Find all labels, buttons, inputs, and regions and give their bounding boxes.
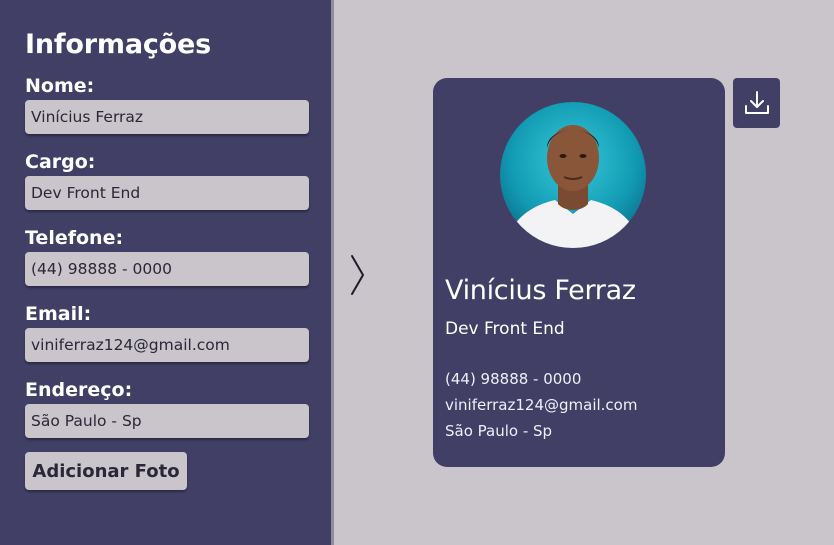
role-input[interactable] — [25, 176, 309, 210]
address-input[interactable] — [25, 404, 309, 438]
card-address: São Paulo - Sp — [445, 422, 553, 440]
phone-input[interactable] — [25, 252, 309, 286]
name-input[interactable] — [25, 100, 309, 134]
sidebar-title: Informações — [25, 29, 211, 60]
role-field-group: Cargo: — [25, 150, 309, 210]
card-phone: (44) 98888 - 0000 — [445, 370, 582, 388]
card-name: Vinícius Ferraz — [445, 275, 636, 306]
name-label: Nome: — [25, 75, 95, 97]
business-card: Vinícius Ferraz Dev Front End (44) 98888… — [433, 78, 725, 467]
email-field-group: Email: — [25, 302, 309, 362]
card-email: viniferraz124@gmail.com — [445, 396, 638, 414]
email-label: Email: — [25, 303, 92, 325]
chevron-right-icon — [351, 255, 364, 295]
email-input[interactable] — [25, 328, 309, 362]
role-label: Cargo: — [25, 151, 96, 173]
card-role: Dev Front End — [445, 319, 565, 339]
info-sidebar: Informações Nome: Cargo: Telefone: Email… — [0, 0, 334, 545]
download-button[interactable] — [733, 78, 780, 128]
add-photo-button[interactable]: Adicionar Foto — [25, 452, 187, 490]
avatar — [500, 102, 646, 248]
phone-label: Telefone: — [25, 227, 124, 249]
address-field-group: Endereço: — [25, 378, 309, 438]
download-icon — [744, 91, 769, 114]
address-label: Endereço: — [25, 379, 133, 401]
name-field-group: Nome: — [25, 74, 309, 134]
phone-field-group: Telefone: — [25, 226, 309, 286]
